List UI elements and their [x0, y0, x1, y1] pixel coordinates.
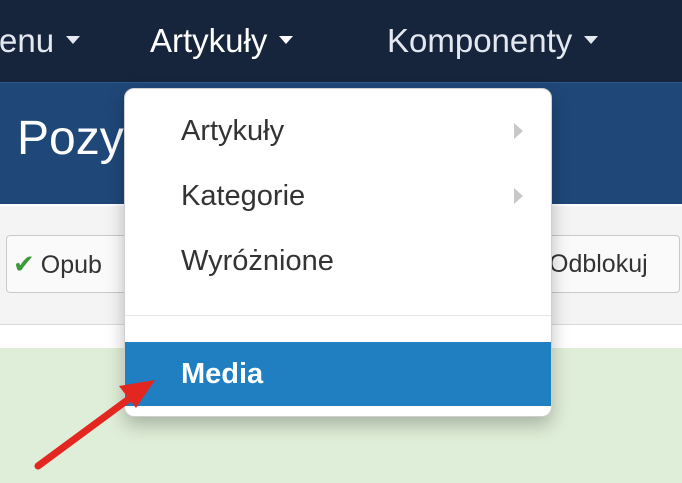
check-icon: ✔ [13, 249, 35, 279]
dropdown-item-categories-label: Kategorie [181, 180, 306, 212]
nav-menu-articles-label: Artykuły [150, 22, 268, 59]
nav-menu-articles[interactable]: Artykuły [150, 0, 294, 82]
publish-button-label: Opub [40, 251, 102, 279]
dropdown-item-featured-label: Wyróżnione [181, 245, 334, 277]
unlock-button-label: Odblokuj [549, 250, 648, 278]
nav-menu-components-label: Komponenty [387, 22, 573, 59]
caret-down-icon [279, 36, 294, 45]
nav-menu-components[interactable]: Komponenty [387, 0, 599, 82]
dropdown-item-featured[interactable]: Wyróżnione [125, 233, 551, 289]
page-title: Pozy [17, 112, 124, 165]
nav-menu-menu[interactable]: enu [0, 0, 81, 82]
chevron-right-icon [514, 123, 523, 139]
chevron-right-icon [514, 188, 523, 204]
nav-menu-menu-label: enu [0, 22, 55, 59]
articles-dropdown-menu: Artykuły Kategorie Wyróżnione Media [124, 88, 552, 417]
caret-down-icon [66, 36, 81, 45]
caret-down-icon [584, 36, 599, 45]
top-navbar: enu Artykuły Komponenty [0, 0, 682, 82]
dropdown-item-media[interactable]: Media [125, 342, 551, 406]
dropdown-item-articles-label: Artykuły [181, 115, 285, 147]
dropdown-item-media-label: Media [181, 358, 264, 390]
dropdown-item-articles[interactable]: Artykuły [125, 103, 551, 159]
dropdown-item-categories[interactable]: Kategorie [125, 168, 551, 224]
menu-divider [125, 315, 551, 316]
